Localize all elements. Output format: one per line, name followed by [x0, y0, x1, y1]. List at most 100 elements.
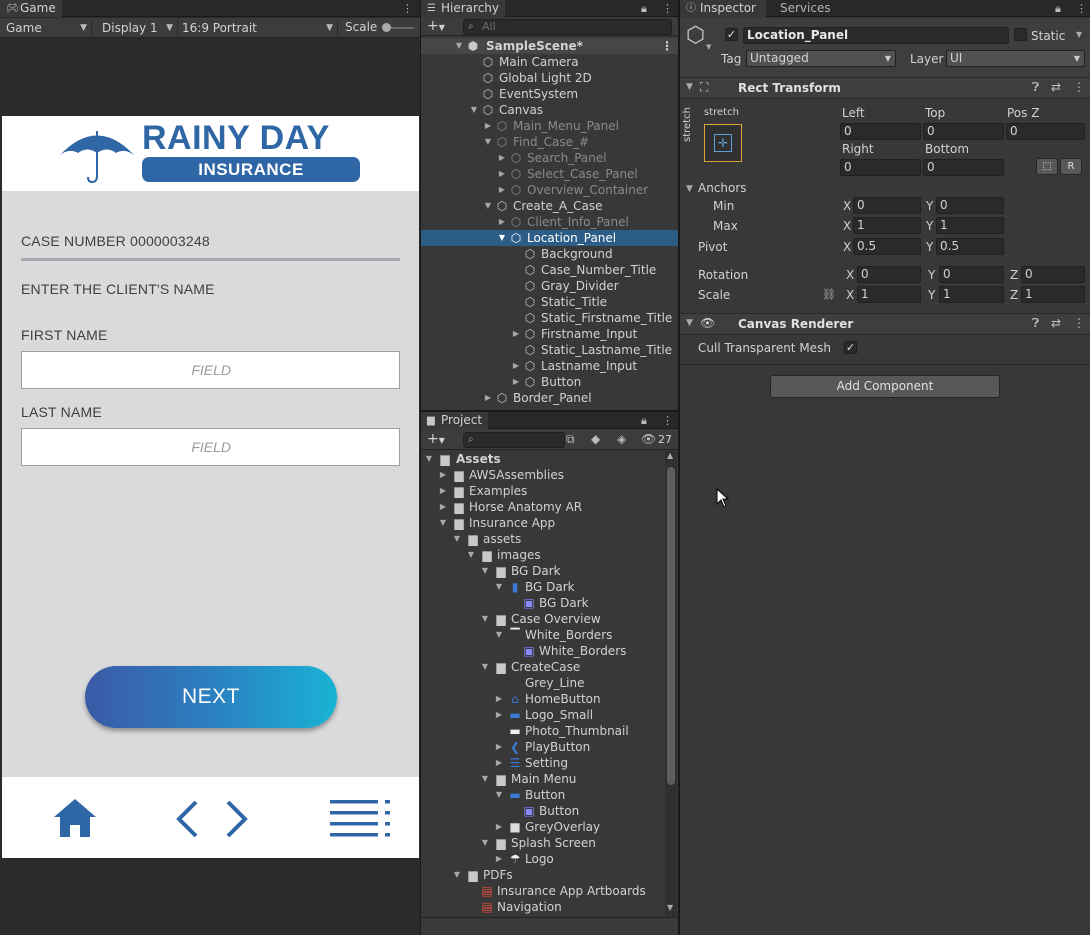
- expand-triangle-icon[interactable]: ▼: [454, 38, 464, 54]
- more-menu-icon[interactable]: ⋮: [1073, 80, 1085, 94]
- collapse-triangle-icon[interactable]: ▶: [494, 707, 504, 723]
- project-item[interactable]: ▶ ▬ Logo_Small: [421, 707, 665, 723]
- collapse-triangle-icon[interactable]: ▶: [497, 150, 507, 166]
- tab-project[interactable]: ▆ Project: [421, 412, 489, 429]
- project-item[interactable]: ▶ ❮ PlayButton: [421, 739, 665, 755]
- project-item[interactable]: ▶ ☰ Setting: [421, 755, 665, 771]
- hierarchy-search-input[interactable]: ⌕ All: [463, 19, 672, 35]
- expand-triangle-icon[interactable]: ▼: [424, 451, 434, 467]
- anchor-min-y-field[interactable]: 0: [936, 197, 1004, 214]
- collapse-triangle-icon[interactable]: ▶: [483, 118, 493, 134]
- game-mode-dropdown[interactable]: Game ▼: [2, 20, 92, 36]
- hierarchy-item[interactable]: ▶ ⬡ Overview_Container: [421, 182, 678, 198]
- expand-triangle-icon[interactable]: ▼: [483, 198, 493, 214]
- expand-triangle-icon[interactable]: ▼: [494, 627, 504, 643]
- hierarchy-item[interactable]: ▶ ⬡ Search_Panel: [421, 150, 678, 166]
- project-item[interactable]: ▤ Insurance App Artboards: [421, 883, 665, 899]
- project-item[interactable]: ▶ ⌂ HomeButton: [421, 691, 665, 707]
- anchor-presets-button[interactable]: ✛: [704, 124, 742, 162]
- lock-icon[interactable]: 🔒︎: [641, 0, 647, 17]
- hierarchy-item[interactable]: ⬡ Case_Number_Title: [421, 262, 678, 278]
- scroll-down-icon[interactable]: ▼: [667, 903, 673, 912]
- tag-dropdown[interactable]: Untagged ▼: [746, 50, 896, 67]
- presets-icon[interactable]: ⇄: [1051, 316, 1061, 330]
- project-item[interactable]: ▶ ■ GreyOverlay: [421, 819, 665, 835]
- collapse-triangle-icon[interactable]: ▶: [511, 374, 521, 390]
- collapse-triangle-icon[interactable]: ▶: [511, 358, 521, 374]
- pivot-y-field[interactable]: 0.5: [936, 238, 1004, 255]
- create-button[interactable]: +▼: [427, 431, 445, 449]
- posz-field[interactable]: 0: [1006, 123, 1085, 140]
- expand-triangle-icon[interactable]: ▼: [452, 531, 462, 547]
- scene-row[interactable]: ▼ ⬢ SampleScene* ⋮: [421, 38, 678, 54]
- constrain-proportions-icon[interactable]: ⛓︎: [822, 288, 836, 301]
- expand-triangle-icon[interactable]: ▼: [452, 867, 462, 883]
- project-item[interactable]: ▶ ▆ Horse Anatomy AR: [421, 499, 665, 515]
- hidden-packages-icon[interactable]: 👁︎: [641, 432, 656, 446]
- collapse-triangle-icon[interactable]: ▶: [497, 166, 507, 182]
- project-item[interactable]: ▼ ▆ Insurance App: [421, 515, 665, 531]
- project-item[interactable]: ▬ Photo_Thumbnail: [421, 723, 665, 739]
- back-arrow-icon[interactable]: [174, 799, 200, 839]
- project-item[interactable]: ▼ ▆ Main Menu: [421, 771, 665, 787]
- collapse-triangle-icon[interactable]: ▶: [494, 691, 504, 707]
- hierarchy-item[interactable]: ⬡ Background: [421, 246, 678, 262]
- canvas-renderer-header[interactable]: ▼ 👁︎ Canvas Renderer ❓︎ ⇄ ⋮: [680, 313, 1090, 335]
- anchor-max-y-field[interactable]: 1: [936, 217, 1004, 234]
- scroll-up-icon[interactable]: ▲: [667, 451, 673, 460]
- hierarchy-item[interactable]: ▼ ⬡ Canvas: [421, 102, 678, 118]
- lock-icon[interactable]: 🔒︎: [1055, 0, 1061, 17]
- next-button[interactable]: NEXT: [85, 666, 337, 728]
- right-field[interactable]: 0: [840, 159, 921, 176]
- anchor-max-x-field[interactable]: 1: [853, 217, 921, 234]
- project-scrollbar-thumb[interactable]: [667, 467, 675, 785]
- expand-triangle-icon[interactable]: ▼: [438, 515, 448, 531]
- project-item[interactable]: ▼ ▆ assets: [421, 531, 665, 547]
- layer-dropdown[interactable]: UI ▼: [946, 50, 1085, 67]
- collapse-triangle-icon[interactable]: ▶: [494, 739, 504, 755]
- rotation-x-field[interactable]: 0: [857, 266, 921, 283]
- project-item[interactable]: ▤ Navigation: [421, 899, 665, 915]
- presets-icon[interactable]: ⇄: [1051, 80, 1061, 94]
- hierarchy-item[interactable]: ⬡ Static_Lastname_Title: [421, 342, 678, 358]
- scale-slider-thumb[interactable]: [382, 23, 391, 32]
- expand-triangle-icon[interactable]: ▼: [483, 134, 493, 150]
- project-item[interactable]: ▣ Button: [421, 803, 665, 819]
- hierarchy-item[interactable]: ▼ ⬡ Find_Case_#: [421, 134, 678, 150]
- expand-triangle-icon[interactable]: ▼: [494, 579, 504, 595]
- hierarchy-item[interactable]: ⬡ Static_Title: [421, 294, 678, 310]
- project-item[interactable]: ▼ ▬ Button: [421, 787, 665, 803]
- expand-triangle-icon[interactable]: ▼: [480, 563, 490, 579]
- hierarchy-item[interactable]: ⬡ EventSystem: [421, 86, 678, 102]
- project-item[interactable]: ▼ ▔ White_Borders: [421, 627, 665, 643]
- filter-by-type-icon[interactable]: ◆: [591, 432, 600, 446]
- collapse-triangle-icon[interactable]: ▶: [438, 499, 448, 515]
- expand-triangle-icon[interactable]: ▼: [497, 230, 507, 246]
- hierarchy-item[interactable]: ▶ ⬡ Lastname_Input: [421, 358, 678, 374]
- expand-triangle-icon[interactable]: ▼: [480, 611, 490, 627]
- expand-triangle-icon[interactable]: ▼: [686, 318, 693, 328]
- home-icon[interactable]: [52, 797, 98, 839]
- display-dropdown[interactable]: Display 1 ▼: [98, 20, 178, 36]
- active-checkbox[interactable]: ✓: [725, 28, 738, 41]
- menu-icon[interactable]: [328, 798, 394, 838]
- hierarchy-item[interactable]: ▶ ⬡ Border_Panel: [421, 390, 678, 406]
- project-item[interactable]: ▼ ▆ Case Overview: [421, 611, 665, 627]
- more-menu-icon[interactable]: ⋮: [662, 0, 673, 17]
- hierarchy-item[interactable]: ▶ ⬡ Client_Info_Panel: [421, 214, 678, 230]
- hierarchy-item-selected[interactable]: ▼ ⬡ Location_Panel: [421, 230, 678, 246]
- hierarchy-item[interactable]: ⬡ Global Light 2D: [421, 70, 678, 86]
- rotation-z-field[interactable]: 0: [1021, 266, 1085, 283]
- expand-triangle-icon[interactable]: ▼: [480, 659, 490, 675]
- help-icon[interactable]: ❓︎: [1032, 316, 1039, 331]
- filter-by-label-icon[interactable]: ◈: [617, 432, 626, 446]
- tab-services[interactable]: Services: [770, 0, 841, 17]
- hierarchy-item[interactable]: ⬡ Main Camera: [421, 54, 678, 70]
- hierarchy-item[interactable]: ▼ ⬡ Create_A_Case: [421, 198, 678, 214]
- project-item[interactable]: ▼ ▆ CreateCase: [421, 659, 665, 675]
- scale-x-field[interactable]: 1: [857, 286, 921, 303]
- tab-inspector[interactable]: ⓘ Inspector: [680, 0, 766, 17]
- anchor-min-x-field[interactable]: 0: [853, 197, 921, 214]
- expand-triangle-icon[interactable]: ▼: [480, 835, 490, 851]
- project-item[interactable]: ▼ ▆ Splash Screen: [421, 835, 665, 851]
